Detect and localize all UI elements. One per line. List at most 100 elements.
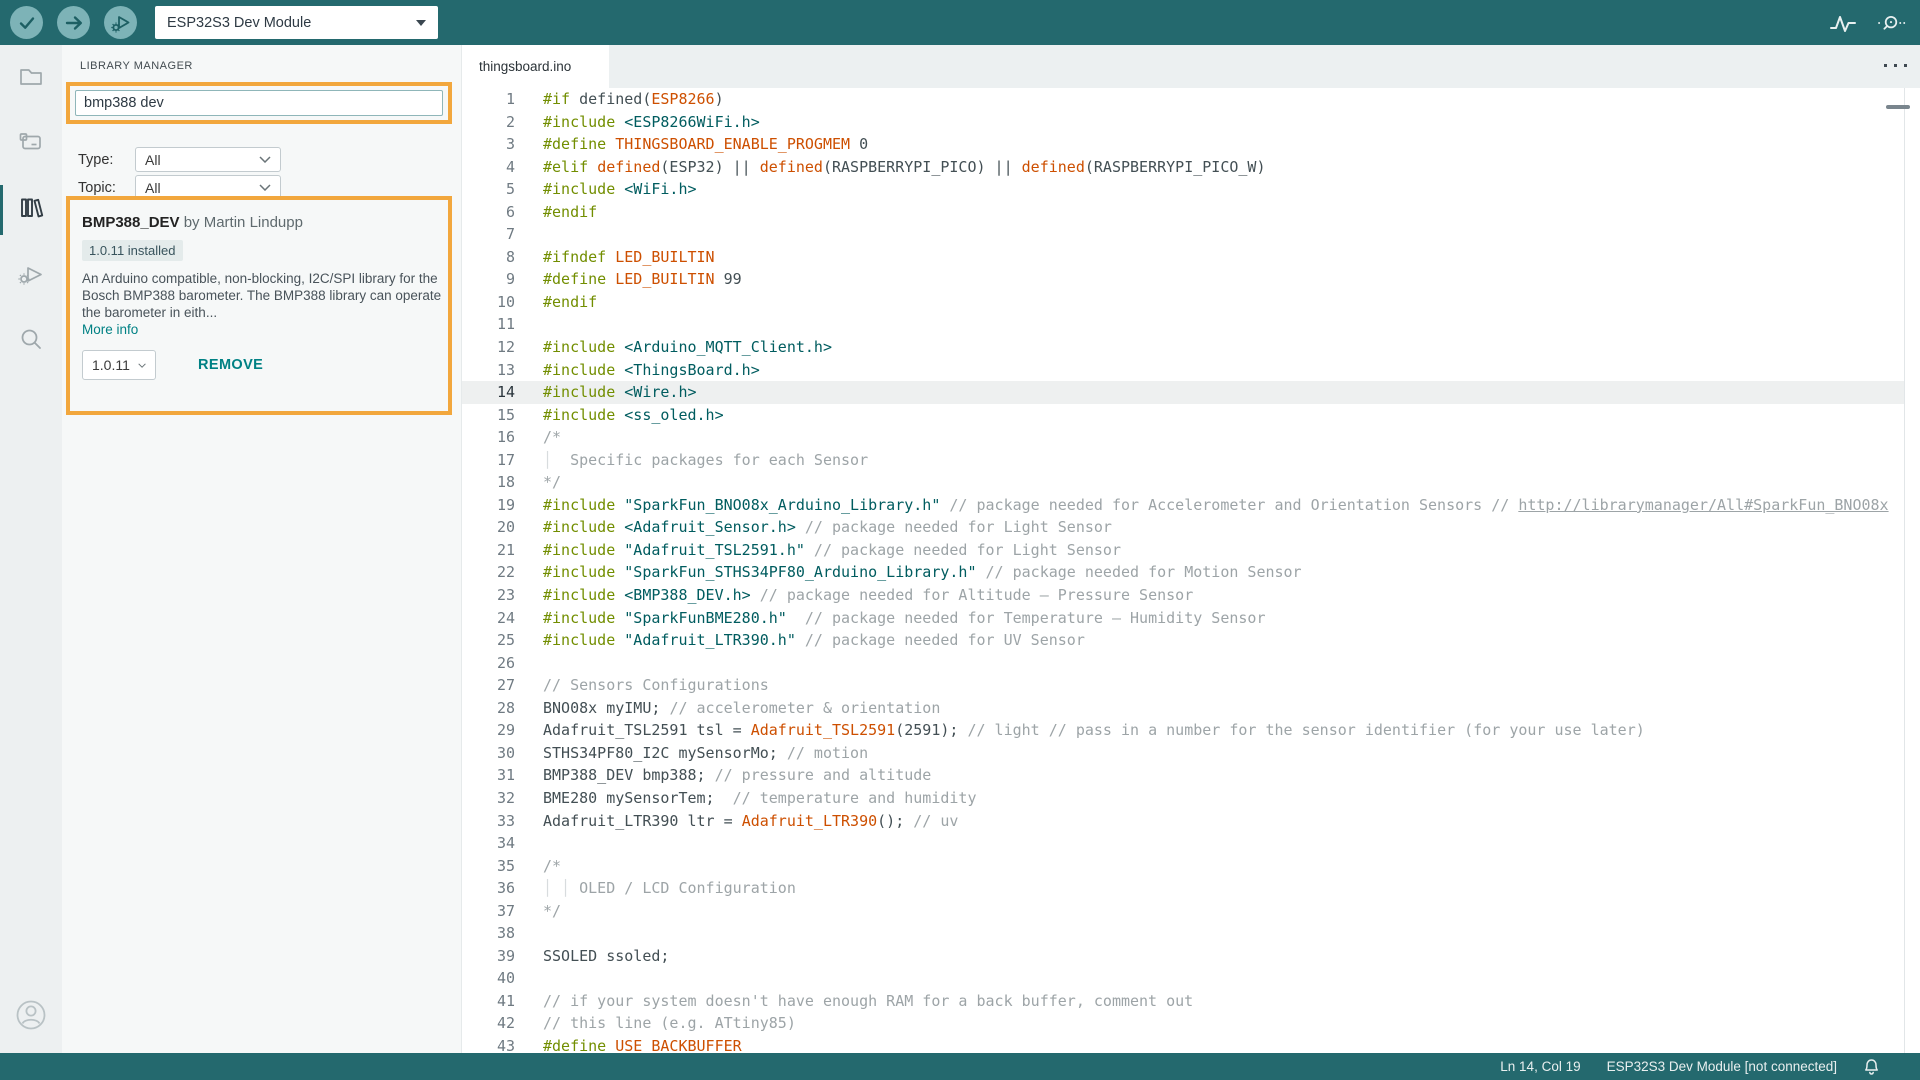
line-number: 14 [462,381,515,404]
editor-tabbar: thingsboard.ino [462,45,1920,88]
line-number: 9 [462,268,515,291]
account-button[interactable] [0,987,62,1047]
line-number: 30 [462,742,515,765]
code-line-content: #include <ss_oled.h> [543,404,724,427]
board-selector-dropdown[interactable]: ESP32S3 Dev Module [155,6,438,39]
line-number: 42 [462,1012,515,1035]
code-line: 13#include <ThingsBoard.h> [462,359,1920,382]
code-line-content: #define LED_BUILTIN 99 [543,268,742,291]
code-line-content: */ [543,471,561,494]
line-number: 11 [462,313,515,336]
remove-button[interactable]: REMOVE [198,357,263,373]
sidebar-item-debug[interactable] [0,243,62,309]
code-line-content: #ifndef LED_BUILTIN [543,246,715,269]
code-line: 32BME280 mySensorTem; // temperature and… [462,787,1920,810]
library-card-title: BMP388_DEV by Martin Lindupp [82,214,436,231]
books-icon [17,194,45,227]
code-line-content: #include "Adafruit_LTR390.h" // package … [543,629,1085,652]
code-line-content: #define THINGSBOARD_ENABLE_PROGMEM 0 [543,133,868,156]
line-number: 7 [462,223,515,246]
tab-thingsboard-ino[interactable]: thingsboard.ino [462,45,609,88]
serial-plotter-icon[interactable] [1828,8,1858,38]
version-select[interactable]: 1.0.11 [82,350,156,380]
status-bar: Ln 14, Col 19 ESP32S3 Dev Module [not co… [0,1053,1920,1080]
code-line: 17│ Specific packages for each Sensor [462,449,1920,472]
ellipsis-icon[interactable] [1884,64,1907,67]
code-line: 6#endif [462,201,1920,224]
code-line-content: #endif [543,291,597,314]
board-selector-label: ESP32S3 Dev Module [167,15,311,31]
code-line-content: #define USE_BACKBUFFER [543,1035,742,1053]
code-line: 8#ifndef LED_BUILTIN [462,246,1920,269]
line-number: 29 [462,719,515,742]
line-number: 16 [462,426,515,449]
board-connection-status[interactable]: ESP32S3 Dev Module [not connected] [1607,1059,1837,1074]
check-icon [17,13,37,33]
installed-badge: 1.0.11 installed [82,240,183,261]
code-editor[interactable]: 1#if defined(ESP8266)2#include <ESP8266W… [462,88,1920,1053]
line-number: 10 [462,291,515,314]
sidebar-item-boards-manager[interactable] [0,111,62,177]
sidebar-item-sketchbook[interactable] [0,45,62,111]
library-manager-panel: LIBRARY MANAGER Type: All Topic: All BMP… [62,45,462,1053]
code-line-content: #include <ThingsBoard.h> [543,359,760,382]
more-info-link[interactable]: More info [82,322,138,337]
sidebar-item-library-manager[interactable] [0,177,62,243]
code-line: 12#include <Arduino_MQTT_Client.h> [462,336,1920,359]
code-line: 11 [462,313,1920,336]
code-line: 29 Adafruit_TSL2591 tsl = Adafruit_TSL259… [462,719,1920,742]
code-line-content: #include <BMP388_DEV.h> // package neede… [543,584,1193,607]
type-filter-value: All [145,152,161,168]
activity-bar [0,45,62,1053]
line-number: 2 [462,111,515,134]
code-line: 37*/ [462,900,1920,923]
line-number: 25 [462,629,515,652]
verify-button[interactable] [10,6,43,39]
account-icon [11,995,51,1040]
code-line: 20#include <Adafruit_Sensor.h> // packag… [462,516,1920,539]
line-number: 1 [462,88,515,111]
cursor-position[interactable]: Ln 14, Col 19 [1500,1059,1580,1074]
library-search-input[interactable] [75,90,443,116]
code-line: 9 #define LED_BUILTIN 99 [462,268,1920,291]
bell-icon[interactable] [1863,1058,1880,1076]
start-debug-button[interactable] [104,6,137,39]
line-number: 35 [462,855,515,878]
scrollbar-thumb[interactable] [1886,105,1910,109]
chevron-down-icon [416,20,426,26]
line-number: 23 [462,584,515,607]
line-number: 41 [462,990,515,1013]
code-line: 38 [462,922,1920,945]
type-filter-select[interactable]: All [135,147,281,172]
code-line-content: /* [543,855,561,878]
code-line-content: #include <Wire.h> [543,381,697,404]
line-number: 19 [462,494,515,517]
code-line: 18*/ [462,471,1920,494]
arduino-ide-window: ESP32S3 Dev Module [0,0,1920,1080]
code-line: 22#include "SparkFun_STHS34PF80_Arduino_… [462,561,1920,584]
code-line-content: // this line (e.g. ATtiny85) [543,1012,796,1035]
line-number: 24 [462,607,515,630]
code-line: 4#elif defined(ESP32) || defined(RASPBER… [462,156,1920,179]
code-line: 14 #include <Wire.h> [462,381,1920,404]
line-number: 36 [462,877,515,900]
line-number: 27 [462,674,515,697]
code-line: 36│ │ OLED / LCD Configuration [462,877,1920,900]
library-card: BMP388_DEV by Martin Lindupp 1.0.11 inst… [66,196,452,415]
code-line-content: BME280 mySensorTem; // temperature and h… [543,787,977,810]
sidebar-item-search[interactable] [0,309,62,375]
scrollbar-gutter-divider [1904,88,1905,1053]
code-line: 2#include <ESP8266WiFi.h> [462,111,1920,134]
line-number: 31 [462,764,515,787]
line-number: 5 [462,178,515,201]
code-line-content: // if your system doesn't have enough RA… [543,990,1193,1013]
upload-button[interactable] [57,6,90,39]
serial-monitor-icon[interactable] [1876,8,1906,38]
code-line: 39SSOLED ssoled; [462,945,1920,968]
code-line-content: Adafruit_LTR390 ltr = Adafruit_LTR390();… [543,810,958,833]
code-line-content: Adafruit_TSL2591 tsl = Adafruit_TSL2591(… [543,719,1645,742]
topic-filter-value: All [145,180,161,196]
line-number: 22 [462,561,515,584]
folder-icon [17,62,45,95]
code-line: 25 #include "Adafruit_LTR390.h" // packag… [462,629,1920,652]
